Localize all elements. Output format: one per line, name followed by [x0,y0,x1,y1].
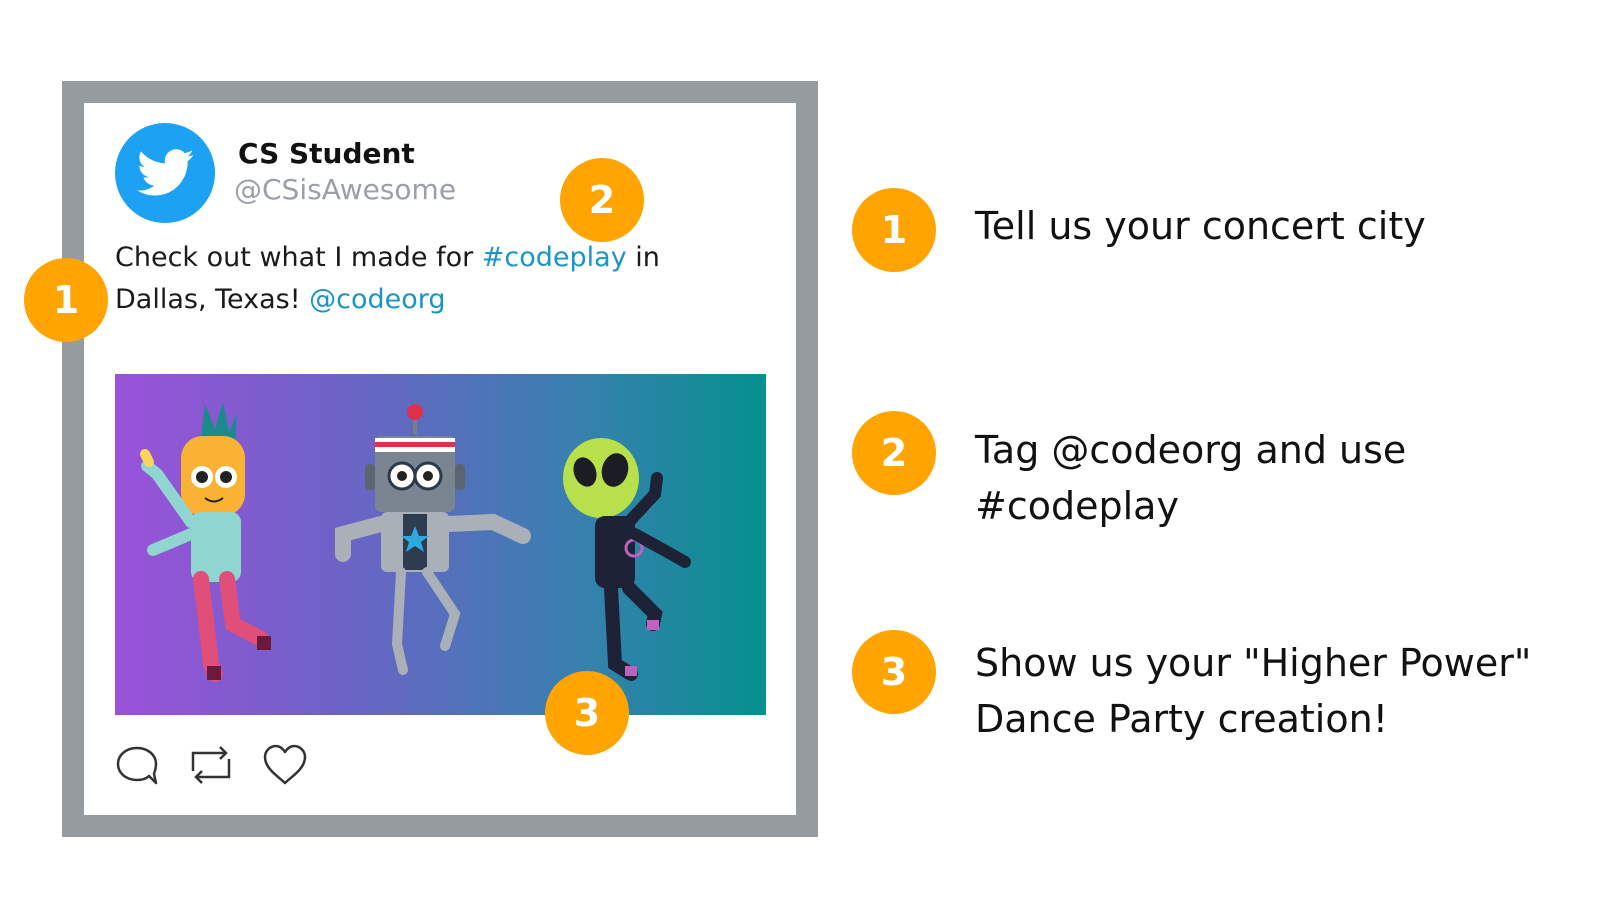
twitter-bird-icon [137,149,194,196]
avatar[interactable] [115,123,215,223]
display-name[interactable]: CS Student [238,137,415,170]
tweet-card: CS Student @CSisAwesome Check out what I… [84,103,796,815]
like-icon [263,744,307,785]
step-badge-1: 1 [852,188,936,272]
like-button[interactable] [261,743,309,791]
step-3-text: Show us your "Higher Power" Dance Party … [975,641,1532,741]
alien-character [563,438,691,681]
step-badge-3: 3 [852,630,936,714]
callout-badge-2-on-tweet: 2 [560,158,644,242]
hashtag-link[interactable]: #codeplay [482,242,627,273]
reply-icon [116,746,158,785]
user-handle[interactable]: @CSisAwesome [234,173,456,206]
tweet-text-part1: Check out what I made for [115,242,482,273]
dance-party-image[interactable] [115,374,766,715]
retweet-button[interactable] [187,743,235,791]
robot-character [335,404,531,675]
step-badge-2: 2 [852,411,936,495]
tweet-text: Check out what I made for #codeplay in D… [115,237,755,321]
step-2-text: Tag @codeorg and use #codeplay [975,428,1407,528]
reply-button[interactable] [115,743,159,791]
callout-badge-1-on-tweet: 1 [24,258,108,342]
step-1-text: Tell us your concert city [975,204,1426,248]
mention-link[interactable]: @codeorg [309,284,445,315]
pineapple-character [140,402,271,682]
retweet-icon [191,746,231,784]
callout-badge-3-on-tweet: 3 [545,671,629,755]
